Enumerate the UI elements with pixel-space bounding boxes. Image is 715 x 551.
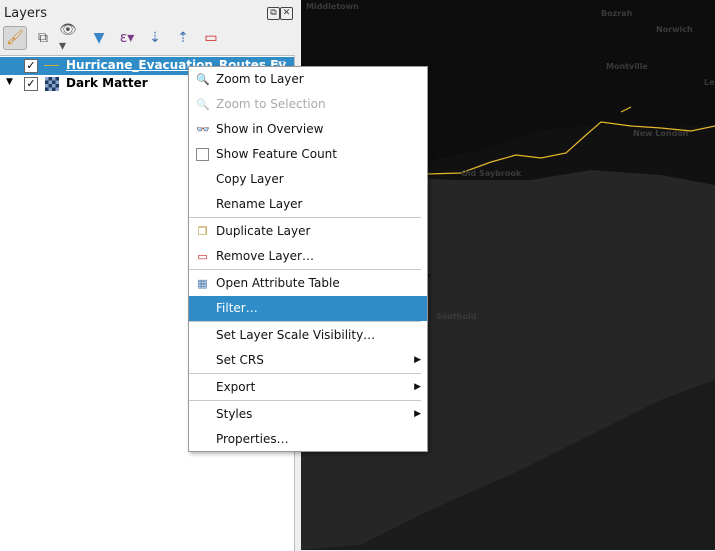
menu-separator — [189, 269, 421, 270]
menu-item-show-feature-count[interactable]: Show Feature Count — [189, 142, 427, 167]
menu-item-filter[interactable]: Filter… — [189, 296, 427, 321]
layer-context-menu: 🔍 Zoom to Layer 🔍 Zoom to Selection 👓 Show … — [188, 66, 428, 452]
menu-item-zoom-to-layer[interactable]: 🔍 Zoom to Layer — [189, 67, 427, 92]
menu-item-duplicate-layer[interactable]: ❐ Duplicate Layer — [189, 219, 427, 244]
map-label: Ledyard — [704, 78, 715, 87]
zoom-icon: 🔍 — [196, 73, 210, 86]
menu-item-label: Styles — [216, 407, 253, 421]
menu-separator — [189, 321, 421, 322]
menu-item-rename-layer[interactable]: Rename Layer — [189, 192, 427, 217]
menu-item-show-in-overview[interactable]: 👓 Show in Overview — [189, 117, 427, 142]
menu-separator — [189, 400, 421, 401]
panel-title: Layers — [4, 6, 48, 21]
expand-arrow-icon[interactable]: ▼ — [6, 77, 13, 87]
layer-name: Dark Matter — [66, 76, 148, 90]
submenu-arrow-icon: ▶ — [414, 382, 421, 392]
menu-item-label: Show in Overview — [216, 122, 324, 136]
line-symbol-icon — [44, 65, 59, 66]
menu-item-label: Export — [216, 380, 256, 394]
collapse-all-button[interactable]: ⇡ — [171, 26, 195, 50]
table-icon: ▦ — [197, 277, 208, 290]
glasses-icon: 👓 — [196, 123, 210, 136]
menu-item-label: Duplicate Layer — [216, 224, 311, 238]
menu-item-remove-layer[interactable]: ▭ Remove Layer… — [189, 244, 427, 269]
map-label: Old Saybrook — [461, 169, 522, 178]
menu-item-properties[interactable]: Properties… — [189, 427, 427, 452]
menu-item-label: Open Attribute Table — [216, 276, 340, 290]
menu-item-label: Rename Layer — [216, 197, 303, 211]
checkbox-icon[interactable] — [196, 148, 209, 161]
filter-icon: ▼ — [93, 30, 105, 46]
map-label: Montville — [606, 62, 648, 71]
remove-layer-button[interactable]: ▭ — [199, 26, 223, 50]
expand-icon: ⇣ — [149, 30, 161, 46]
eye-icon: 👁▾ — [59, 22, 77, 54]
remove-layer-icon: ▭ — [204, 30, 218, 46]
map-label: Norwich — [656, 25, 693, 34]
paintbrush-icon: 🖌 — [6, 30, 24, 46]
filter-legend-button[interactable]: ▼ — [87, 26, 111, 50]
add-group-button[interactable]: ⧉ — [31, 26, 55, 50]
evacuation-route-line — [620, 106, 632, 113]
menu-item-label: Filter… — [216, 301, 258, 315]
menu-item-label: Properties… — [216, 432, 289, 446]
menu-item-label: Set CRS — [216, 353, 264, 367]
layers-toolbar: 🖌 ⧉ 👁▾ ▼ ε▾ ⇣ ⇡ ▭ — [3, 22, 223, 54]
expand-all-button[interactable]: ⇣ — [143, 26, 167, 50]
menu-item-label: Set Layer Scale Visibility… — [216, 328, 376, 342]
menu-item-styles[interactable]: Styles ▶ — [189, 402, 427, 427]
layer-visibility-checkbox[interactable]: ✓ — [24, 77, 38, 91]
visibility-button[interactable]: 👁▾ — [59, 22, 83, 54]
menu-separator — [189, 217, 421, 218]
menu-item-copy-layer[interactable]: Copy Layer — [189, 167, 427, 192]
submenu-arrow-icon: ▶ — [414, 409, 421, 419]
menu-item-zoom-to-selection: 🔍 Zoom to Selection — [189, 92, 427, 117]
menu-item-label: Remove Layer… — [216, 249, 314, 263]
collapse-icon: ⇡ — [177, 30, 189, 46]
submenu-arrow-icon: ▶ — [414, 355, 421, 365]
remove-icon: ▭ — [197, 250, 208, 263]
zoom-icon: 🔍 — [196, 98, 210, 111]
close-panel-button[interactable]: ✕ — [280, 7, 293, 20]
expression-icon: ε▾ — [119, 30, 135, 46]
menu-item-set-crs[interactable]: Set CRS ▶ — [189, 348, 427, 373]
style-manager-button[interactable]: 🖌 — [3, 26, 27, 50]
menu-item-label: Zoom to Layer — [216, 72, 304, 86]
menu-separator — [189, 373, 421, 374]
layer-visibility-checkbox[interactable]: ✓ — [24, 59, 38, 73]
menu-item-export[interactable]: Export ▶ — [189, 375, 427, 400]
menu-item-label: Show Feature Count — [216, 147, 337, 161]
raster-icon — [45, 77, 59, 91]
map-label: Southold — [436, 312, 477, 321]
menu-item-label: Zoom to Selection — [216, 97, 326, 111]
menu-item-open-attribute-table[interactable]: ▦ Open Attribute Table — [189, 271, 427, 296]
duplicate-icon: ❐ — [197, 225, 208, 238]
menu-item-label: Copy Layer — [216, 172, 284, 186]
map-label: Bozrah — [601, 9, 633, 18]
float-panel-button[interactable]: ⧉ — [267, 7, 280, 20]
add-group-icon: ⧉ — [38, 30, 48, 46]
map-label: Middletown — [306, 2, 359, 11]
filter-expression-button[interactable]: ε▾ — [115, 26, 139, 50]
map-label: New London — [633, 129, 689, 138]
menu-item-scale-visibility[interactable]: Set Layer Scale Visibility… — [189, 323, 427, 348]
